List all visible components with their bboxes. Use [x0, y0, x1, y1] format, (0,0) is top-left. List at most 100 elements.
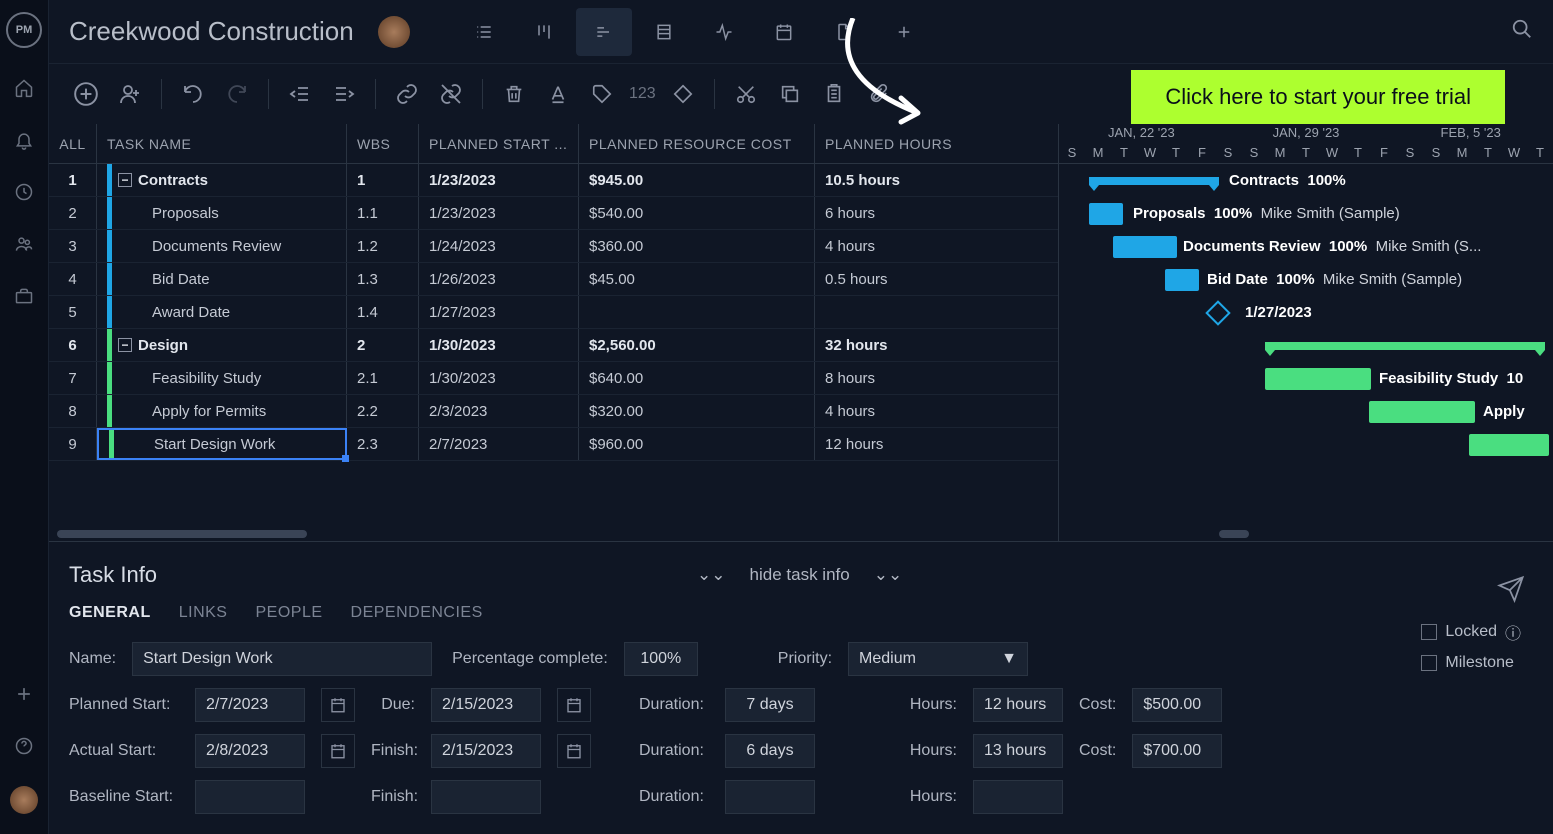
pstart-field[interactable] [195, 688, 305, 722]
lbl-name: Name: [69, 650, 116, 668]
add-task-icon[interactable] [69, 77, 103, 111]
col-hours[interactable]: PLANNED HOURS [815, 124, 975, 163]
adur-field[interactable] [725, 734, 815, 768]
list-view-icon[interactable] [456, 8, 512, 56]
lbl-bstart: Baseline Start: [69, 788, 179, 806]
project-title: Creekwood Construction [69, 16, 354, 47]
calendar-icon[interactable] [321, 688, 355, 722]
gantt-view-icon[interactable] [576, 8, 632, 56]
bell-icon[interactable] [12, 128, 36, 152]
bdur-field[interactable] [725, 780, 815, 814]
undo-icon[interactable] [176, 77, 210, 111]
lbl-dur2: Duration: [639, 742, 709, 760]
activity-icon[interactable] [696, 8, 752, 56]
paste-icon[interactable] [817, 77, 851, 111]
cta-button[interactable]: Click here to start your free trial [1131, 70, 1505, 124]
lbl-bhrs: Hours: [907, 788, 957, 806]
delete-icon[interactable] [497, 77, 531, 111]
top-bar: Creekwood Construction [49, 0, 1553, 64]
help-icon[interactable] [12, 734, 36, 758]
milestone-icon[interactable] [666, 77, 700, 111]
hide-panel-button[interactable]: ⌄⌄ hide task info ⌄⌄ [697, 565, 902, 585]
attach-icon[interactable] [861, 77, 895, 111]
calendar-icon[interactable] [756, 8, 812, 56]
text-icon[interactable] [541, 77, 575, 111]
redo-icon[interactable] [220, 77, 254, 111]
tab-people[interactable]: PEOPLE [255, 604, 322, 622]
lbl-bdur: Duration: [639, 788, 709, 806]
gantt-chart[interactable]: JAN, 22 '23JAN, 29 '23FEB, 5 '23 SMTWTFS… [1059, 124, 1553, 541]
lbl-cost: Cost: [1079, 696, 1116, 714]
plus-icon[interactable] [12, 682, 36, 706]
lbl-pct: Percentage complete: [452, 650, 608, 668]
bstart-field[interactable] [195, 780, 305, 814]
file-icon[interactable] [816, 8, 872, 56]
col-start[interactable]: PLANNED START ... [419, 124, 579, 163]
outdent-icon[interactable] [283, 77, 317, 111]
user-avatar[interactable] [10, 786, 38, 814]
calendar-icon[interactable] [557, 734, 591, 768]
lbl-finish: Finish: [371, 742, 415, 760]
add-person-icon[interactable] [113, 77, 147, 111]
briefcase-icon[interactable] [12, 284, 36, 308]
table-row[interactable]: 1 −Contracts 1 1/23/2023 $945.00 10.5 ho… [49, 164, 1058, 197]
unlink-icon[interactable] [434, 77, 468, 111]
tab-general[interactable]: GENERAL [69, 604, 151, 622]
acost-field[interactable] [1132, 734, 1222, 768]
table-row[interactable]: 7 Feasibility Study 2.1 1/30/2023 $640.0… [49, 362, 1058, 395]
table-row[interactable]: 3 Documents Review 1.2 1/24/2023 $360.00… [49, 230, 1058, 263]
people-icon[interactable] [12, 232, 36, 256]
grid-header: ALL TASK NAME WBS PLANNED START ... PLAN… [49, 124, 1058, 164]
pdur-field[interactable] [725, 688, 815, 722]
table-row[interactable]: 9 Start Design Work 2.3 2/7/2023 $960.00… [49, 428, 1058, 461]
ahours-field[interactable] [973, 734, 1063, 768]
panel-title: Task Info [69, 562, 157, 588]
col-all[interactable]: ALL [49, 124, 97, 163]
finish-field[interactable] [431, 734, 541, 768]
cut-icon[interactable] [729, 77, 763, 111]
chevron-down-icon: ⌄⌄ [874, 565, 903, 585]
board-view-icon[interactable] [516, 8, 572, 56]
astart-field[interactable] [195, 734, 305, 768]
table-row[interactable]: 2 Proposals 1.1 1/23/2023 $540.00 6 hour… [49, 197, 1058, 230]
lbl-pstart: Planned Start: [69, 696, 179, 714]
col-cost[interactable]: PLANNED RESOURCE COST [579, 124, 815, 163]
send-icon[interactable] [1497, 575, 1525, 608]
tab-links[interactable]: LINKS [179, 604, 228, 622]
calendar-icon[interactable] [321, 734, 355, 768]
table-row[interactable]: 6 −Design 2 1/30/2023 $2,560.00 32 hours [49, 329, 1058, 362]
bfinish-field[interactable] [431, 780, 541, 814]
pcost-field[interactable] [1132, 688, 1222, 722]
bhours-field[interactable] [973, 780, 1063, 814]
tab-dependencies[interactable]: DEPENDENCIES [351, 604, 483, 622]
due-field[interactable] [431, 688, 541, 722]
table-row[interactable]: 4 Bid Date 1.3 1/26/2023 $45.00 0.5 hour… [49, 263, 1058, 296]
name-field[interactable] [132, 642, 432, 676]
grid-scrollbar[interactable] [49, 527, 1058, 541]
add-view-icon[interactable] [876, 8, 932, 56]
priority-select[interactable]: Medium▼ [848, 642, 1028, 676]
info-icon[interactable]: ⓘ [1505, 620, 1521, 644]
app-logo[interactable]: PM [6, 12, 42, 48]
calendar-icon[interactable] [557, 688, 591, 722]
pct-field[interactable] [624, 642, 698, 676]
home-icon[interactable] [12, 76, 36, 100]
tag-icon[interactable] [585, 77, 619, 111]
gantt-scrollbar[interactable] [1059, 527, 1553, 541]
milestone-checkbox[interactable]: Milestone [1421, 654, 1521, 672]
sheet-view-icon[interactable] [636, 8, 692, 56]
project-avatar[interactable] [378, 16, 410, 48]
col-taskname[interactable]: TASK NAME [97, 124, 347, 163]
phours-field[interactable] [973, 688, 1063, 722]
locked-checkbox[interactable]: Locked ⓘ [1421, 620, 1521, 644]
col-wbs[interactable]: WBS [347, 124, 419, 163]
copy-icon[interactable] [773, 77, 807, 111]
search-icon[interactable] [1511, 18, 1533, 45]
lbl-bfinish: Finish: [371, 788, 415, 806]
table-row[interactable]: 8 Apply for Permits 2.2 2/3/2023 $320.00… [49, 395, 1058, 428]
clock-icon[interactable] [12, 180, 36, 204]
table-row[interactable]: 5 Award Date 1.4 1/27/2023 [49, 296, 1058, 329]
indent-icon[interactable] [327, 77, 361, 111]
lbl-cost2: Cost: [1079, 742, 1116, 760]
link-icon[interactable] [390, 77, 424, 111]
